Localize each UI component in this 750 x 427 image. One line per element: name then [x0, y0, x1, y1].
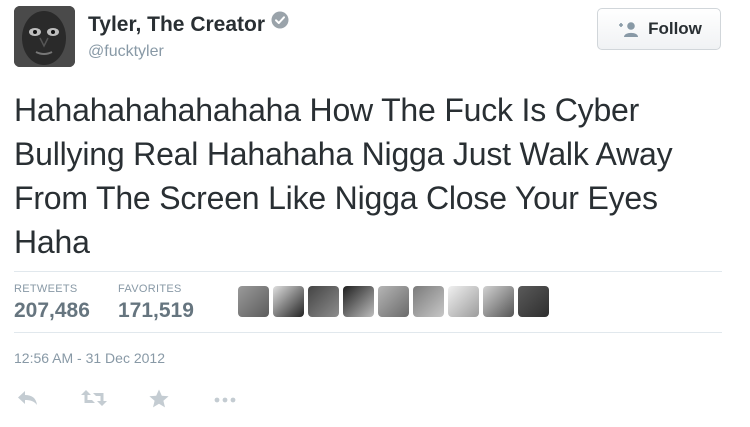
divider-top — [14, 271, 722, 272]
follow-button-label: Follow — [648, 19, 702, 38]
user-handle[interactable]: @fucktyler — [88, 43, 164, 61]
favoriter-avatar[interactable] — [448, 286, 479, 317]
favoriter-avatar[interactable] — [518, 286, 549, 317]
verified-badge-icon — [271, 11, 289, 35]
retweets-label[interactable]: RETWEETS — [14, 283, 78, 295]
favoriter-avatar[interactable] — [343, 286, 374, 317]
favoriter-avatar[interactable] — [238, 286, 269, 317]
retweet-icon[interactable] — [80, 388, 108, 413]
favoriter-avatar[interactable] — [273, 286, 304, 317]
add-user-icon — [619, 22, 639, 37]
favoriter-avatar[interactable] — [378, 286, 409, 317]
more-dots-icon[interactable] — [212, 388, 238, 413]
favoriters-avatar-strip — [238, 286, 549, 317]
tweet-text: Hahahahahahahaha How The Fuck Is Cyber B… — [14, 92, 673, 260]
follow-button[interactable]: Follow — [597, 8, 721, 50]
favoriter-avatar[interactable] — [308, 286, 339, 317]
favoriter-avatar[interactable] — [483, 286, 514, 317]
divider-bottom — [14, 332, 722, 333]
timestamp[interactable]: 12:56 AM - 31 Dec 2012 — [14, 350, 165, 366]
display-name-row[interactable]: Tyler, The Creator — [88, 11, 289, 37]
favoriter-avatar[interactable] — [413, 286, 444, 317]
favorites-label[interactable]: FAVORITES — [118, 283, 182, 295]
retweets-count[interactable]: 207,486 — [14, 299, 90, 323]
display-name[interactable]: Tyler, The Creator — [88, 13, 265, 36]
tweet-card: Tyler, The Creator @fucktyler Follow Hah… — [0, 0, 750, 427]
favorites-count[interactable]: 171,519 — [118, 299, 194, 323]
favorite-star-icon[interactable] — [148, 388, 170, 415]
avatar[interactable] — [14, 6, 75, 67]
reply-icon[interactable] — [16, 388, 40, 413]
